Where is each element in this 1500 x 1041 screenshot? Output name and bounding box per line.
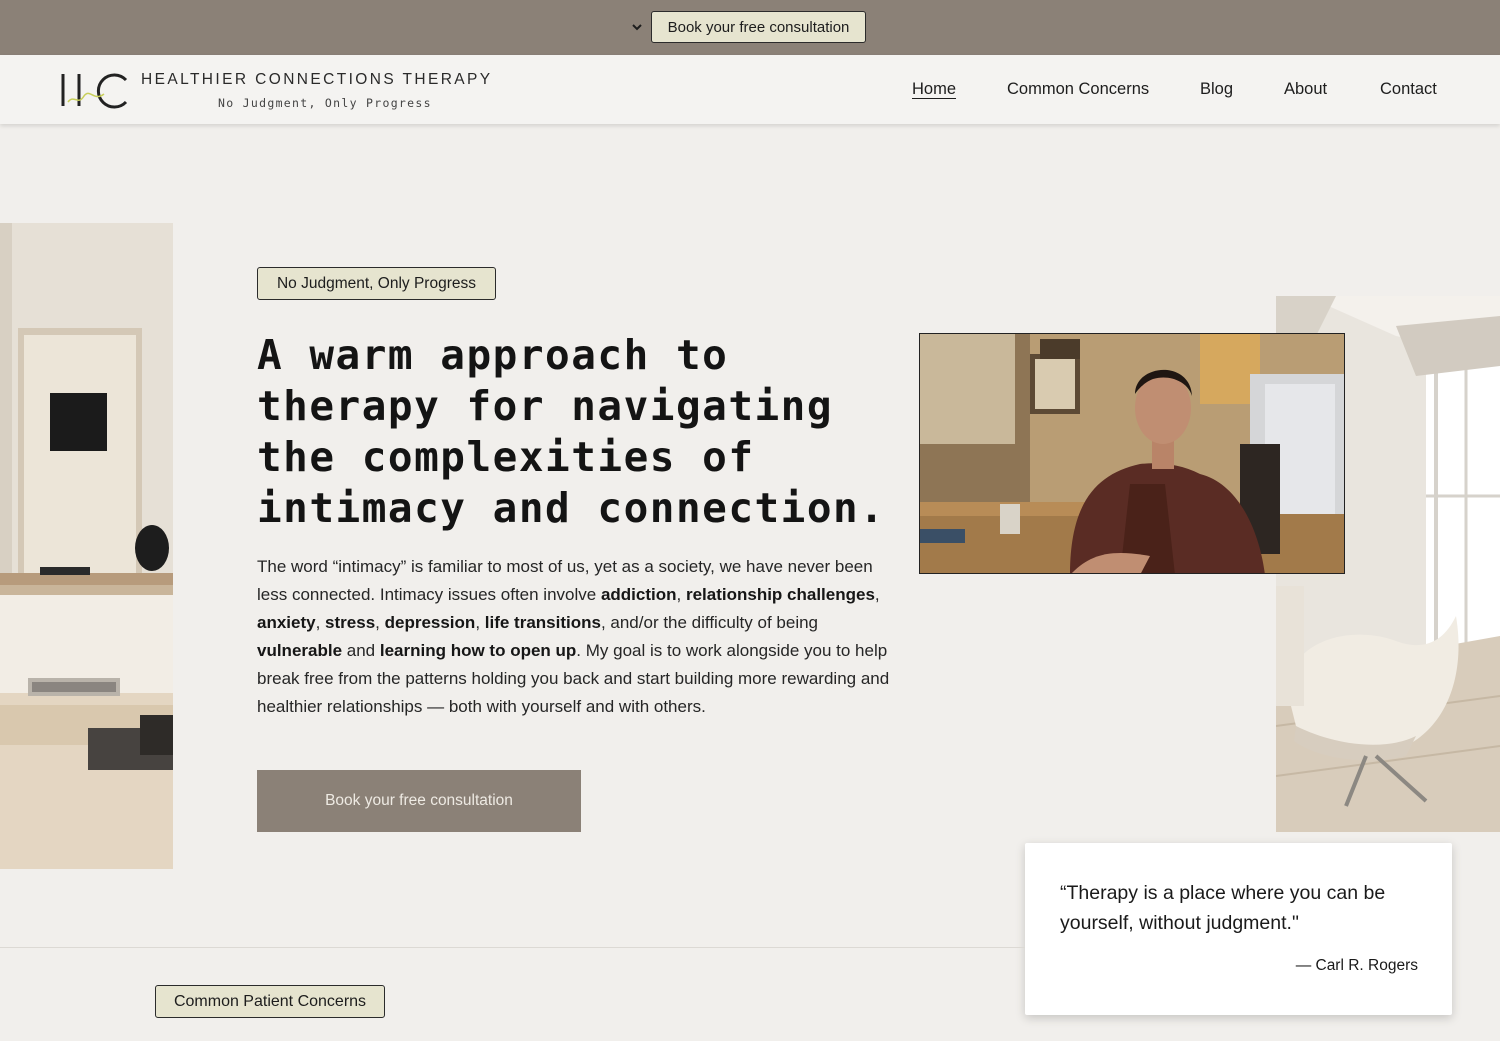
body-emphasis: learning how to open up [379, 641, 577, 660]
hero-body-text: The word “intimacy” is familiar to most … [257, 553, 892, 721]
nav-blog[interactable]: Blog [1200, 80, 1233, 99]
body-text-run: , [874, 585, 880, 604]
nav-common-concerns[interactable]: Common Concerns [1007, 80, 1149, 99]
site-header: HEALTHIER CONNECTIONS THERAPY No Judgmen… [0, 55, 1500, 124]
book-consultation-button[interactable]: Book your free consultation [257, 770, 581, 832]
nav-contact[interactable]: Contact [1380, 80, 1437, 99]
body-emphasis: stress [325, 613, 376, 632]
topbar-consultation-button[interactable]: Book your free consultation [651, 11, 866, 43]
body-text-run: , [676, 585, 686, 604]
quote-text: “Therapy is a place where you can be you… [1060, 882, 1386, 934]
nav-about[interactable]: About [1284, 80, 1327, 99]
common-concerns-pill: Common Patient Concerns [155, 985, 385, 1018]
body-text-run: , [475, 613, 485, 632]
quote-author: — Carl R. Rogers [1295, 957, 1418, 974]
announcement-bar: Book your free consultation [0, 0, 1500, 55]
interior-photo-left [0, 223, 173, 869]
body-text-run: , [375, 613, 385, 632]
intro-video[interactable] [919, 333, 1345, 574]
brand-name[interactable]: HEALTHIER CONNECTIONS THERAPY [141, 71, 493, 89]
body-emphasis: vulnerable [257, 641, 343, 660]
body-text-run: , and/or the difficulty of being [600, 613, 819, 632]
brand-tagline: No Judgment, Only Progress [218, 96, 432, 110]
hero-tagline-pill: No Judgment, Only Progress [257, 267, 496, 300]
testimonial-quote-card: “Therapy is a place where you can be you… [1025, 843, 1452, 1015]
hero-headline: A warm approach to therapy for navigatin… [257, 331, 886, 532]
logo-icon[interactable] [60, 72, 132, 110]
body-emphasis: relationship challenges [685, 585, 875, 604]
body-emphasis: addiction [600, 585, 677, 604]
body-emphasis: depression [384, 613, 476, 632]
chevron-down-icon[interactable] [630, 20, 644, 34]
nav-home[interactable]: Home [912, 80, 956, 99]
body-emphasis: life transitions [484, 613, 601, 632]
section-divider [0, 947, 1025, 948]
body-text-run: , [315, 613, 326, 632]
body-emphasis: anxiety [257, 613, 316, 632]
body-text-run: and [342, 641, 380, 660]
